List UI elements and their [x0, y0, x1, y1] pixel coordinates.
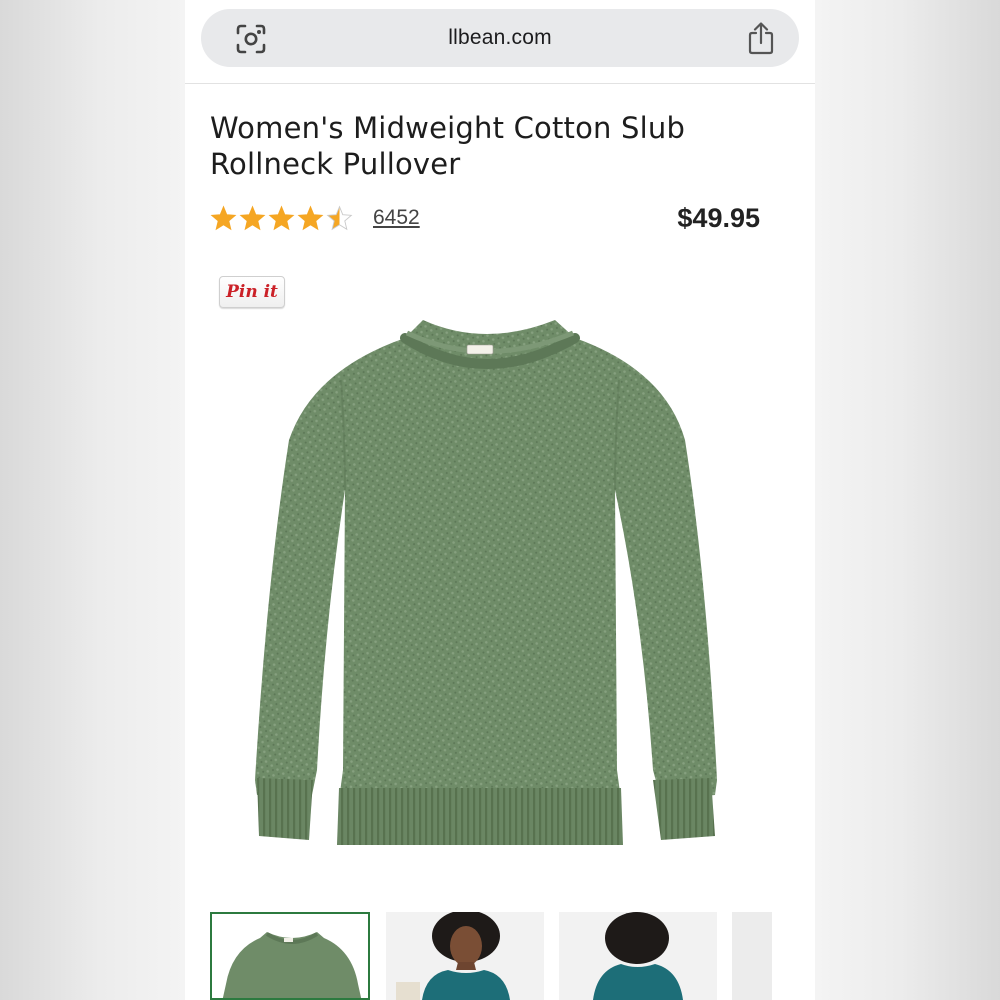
star-icon: [210, 204, 237, 230]
thumbnail-strip[interactable]: [210, 912, 815, 1000]
star-rating[interactable]: [210, 204, 353, 232]
thumbnail-3-image: [593, 912, 683, 1000]
header-divider: [185, 83, 815, 84]
url-text[interactable]: llbean.com: [201, 26, 799, 50]
rating-row[interactable]: 6452: [210, 202, 420, 234]
thumbnail-2[interactable]: [386, 912, 544, 1000]
product-price: $49.95: [677, 203, 760, 233]
product-main-image[interactable]: [245, 300, 745, 860]
review-count-link[interactable]: 6452: [373, 206, 420, 230]
star-icon: [268, 204, 295, 230]
star-icon: [297, 204, 324, 230]
star-icon: [239, 204, 266, 230]
thumbnail-2-image: [396, 912, 510, 1000]
thumbnail-1[interactable]: [210, 912, 370, 1000]
star-icon: [326, 204, 353, 230]
thumbnail-4[interactable]: [732, 912, 772, 1000]
thumbnail-3[interactable]: [559, 912, 717, 1000]
address-bar[interactable]: llbean.com: [201, 9, 799, 67]
thumbnail-1-image: [222, 932, 362, 998]
product-title: Women's Midweight Cotton Slub Rollneck P…: [210, 111, 686, 181]
phone-screen: llbean.com Women's Midweight Cotton Slub…: [185, 0, 815, 1000]
share-icon[interactable]: [747, 21, 775, 55]
